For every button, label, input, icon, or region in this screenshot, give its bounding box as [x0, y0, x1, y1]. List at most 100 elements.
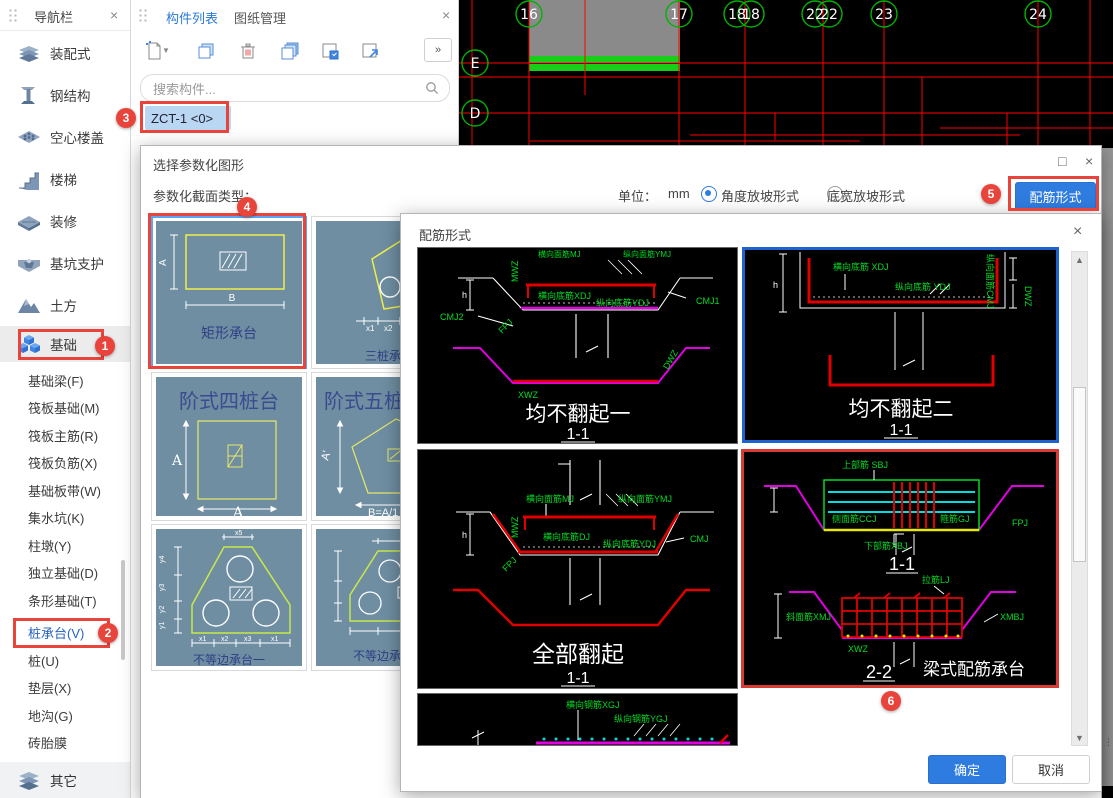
label: 纵向面筋CMJ: [985, 254, 996, 309]
dim-label-a: A': [319, 450, 333, 462]
sidebar-item-hollow-slab[interactable]: 空心楼盖: [0, 116, 130, 158]
scroll-up-icon[interactable]: ▲: [1072, 252, 1087, 267]
grid-label: 24: [1029, 7, 1047, 23]
sidebar-item-label: 其它: [50, 774, 77, 789]
label: 横向底筋DJ: [543, 531, 590, 542]
tile-drawing: 阶式四桩台 A A: [156, 377, 302, 516]
sidebar-item-raft-main-rebar[interactable]: 筏板主筋(R): [0, 423, 158, 450]
export-block-button[interactable]: [356, 38, 384, 64]
tile-unequal-side-cap-one[interactable]: x5 x1 x2 x3 x1 y4 y3 y2 y1 不等边承台一: [151, 524, 307, 671]
dim-label-a-bottom: A: [232, 505, 244, 516]
grid-label: 23: [875, 7, 893, 23]
tab-drawing-management[interactable]: 图纸管理: [234, 8, 286, 27]
section-label: 2-2: [866, 662, 892, 682]
drag-handle-icon[interactable]: [138, 8, 148, 22]
sidebar-item-brick-membrane[interactable]: 砖胎膜: [0, 730, 158, 757]
label: MWZ: [510, 516, 520, 538]
dim-label: y4: [159, 556, 166, 564]
label: h: [773, 280, 778, 290]
tile-stepped-four-pile-cap[interactable]: 阶式四桩台 A A: [151, 372, 307, 521]
sidebar-item-assembly[interactable]: 装配式: [0, 32, 130, 74]
chevron-down-icon[interactable]: ▼: [162, 46, 170, 55]
dim-label: y1: [159, 622, 166, 630]
sidebar-item-raft-negative-rebar[interactable]: 筏板负筋(X): [0, 450, 158, 477]
label: 纵向底筋YDJ: [603, 538, 656, 549]
sidebar-item-label: 空心楼盖: [50, 131, 104, 146]
label: 纵向钢筋YGJ: [614, 713, 668, 724]
cad-green-bar: [529, 56, 680, 62]
rebar-card-no-turnup-one[interactable]: 横向面筋MJ 纵向面筋YMJ 横向底筋XDJ 纵向底筋YDJ CMJ2 CMJ1…: [417, 247, 738, 444]
hollow-slab-icon: [18, 131, 40, 143]
label: FPJ: [1012, 518, 1028, 528]
cad-slab: [529, 0, 680, 63]
label: XWZ: [518, 390, 538, 400]
close-icon[interactable]: ×: [1085, 153, 1093, 169]
layer-copy-button[interactable]: [276, 38, 304, 64]
scroll-down-icon[interactable]: ▼: [1072, 730, 1087, 745]
grid-label: 17: [670, 7, 688, 23]
toolbar-overflow-button[interactable]: »: [424, 38, 452, 62]
sidebar-item-label: 装配式: [50, 47, 91, 62]
rebar-card-partial[interactable]: 横向钢筋XGJ 纵向钢筋YGJ: [417, 693, 738, 746]
unequal-cap-sketch: x5 x1 x2 x3 x1 y4 y3 y2 y1: [159, 530, 291, 647]
component-list-item-zct1[interactable]: ZCT-1 <0>: [145, 106, 231, 130]
sidebar-item-strip-foundation[interactable]: 条形基础(T): [0, 588, 158, 615]
radio-bottom-width-slope-label: 底宽放坡形式: [827, 189, 906, 204]
drag-handle-icon[interactable]: [8, 8, 18, 22]
navigation-sidebar: 导航栏 × 装配式 钢结构 空心楼盖 楼梯 装修 基坑支护 土方 基础 基础梁(…: [0, 0, 131, 798]
close-icon[interactable]: ×: [110, 8, 118, 22]
sidebar-item-column-pier[interactable]: 柱墩(Y): [0, 533, 158, 560]
rebar-card-no-turnup-two[interactable]: 横向底筋 XDJ 纵向底筋 YDJ 纵向面筋CMJ DWZ h 均不翻起二 1-…: [742, 247, 1059, 443]
sidebar-item-decoration[interactable]: 装修: [0, 200, 130, 242]
rebar-sketch: 上部筋 SBJ 侧面筋CCJ 箍筋GJ 下部筋XBJ FPJ 1-1 拉筋LJ …: [764, 459, 1044, 682]
section-label: 1-1: [566, 426, 589, 443]
label: 纵向面筋YMJ: [623, 249, 671, 259]
maximize-icon[interactable]: □: [1058, 153, 1066, 169]
ok-button[interactable]: 确定: [928, 755, 1006, 784]
tile-drawing: A B 矩形承台: [156, 221, 302, 364]
save-block-button[interactable]: [316, 38, 344, 64]
sidebar-item-pile-cap[interactable]: 桩承台(V): [0, 620, 158, 647]
decoration-icon: [18, 216, 40, 231]
sidebar-item-pit-support[interactable]: 基坑支护: [0, 242, 130, 284]
sidebar-item-stairs[interactable]: 楼梯: [0, 158, 130, 200]
label: 箍筋GJ: [940, 513, 970, 524]
annotation-badge-1: 1: [95, 336, 115, 356]
tab-component-list[interactable]: 构件列表: [166, 8, 218, 27]
copy-component-button[interactable]: [192, 38, 220, 64]
sidebar-item-foundation-strip[interactable]: 基础板带(W): [0, 478, 158, 505]
scrollbar-thumb[interactable]: [1073, 387, 1086, 562]
close-icon[interactable]: ×: [442, 8, 450, 22]
card-caption: 全部翻起: [532, 641, 624, 667]
layers-icon: [19, 772, 39, 790]
sidebar-item-steel[interactable]: 钢结构: [0, 74, 130, 116]
sidebar-item-foundation-beam[interactable]: 基础梁(F): [0, 368, 158, 395]
grid-label: 18: [742, 7, 760, 23]
grid-label: D: [470, 106, 481, 122]
dim-label: x3: [244, 636, 252, 643]
sidebar-item-other[interactable]: 其它: [0, 762, 130, 798]
four-pile-cap-sketch: A A: [171, 419, 278, 516]
radio-angle-slope[interactable]: [701, 186, 717, 202]
sidebar-item-independent-foundation[interactable]: 独立基础(D): [0, 560, 158, 587]
dialog-scrollbar[interactable]: ▲ ▼: [1071, 251, 1088, 746]
cancel-button[interactable]: 取消: [1012, 755, 1090, 784]
sidebar-item-pile[interactable]: 桩(U): [0, 648, 158, 675]
delete-component-button[interactable]: [234, 38, 262, 64]
sidebar-item-cushion[interactable]: 垫层(X): [0, 675, 158, 702]
rebar-card-beam-type[interactable]: 上部筋 SBJ 侧面筋CCJ 箍筋GJ 下部筋XBJ FPJ 1-1 拉筋LJ …: [741, 449, 1059, 688]
tile-caption: 矩形承台: [201, 325, 257, 341]
close-icon[interactable]: ×: [1073, 223, 1082, 241]
sidebar-scrollbar[interactable]: [121, 560, 125, 660]
grid-label: 22: [820, 7, 838, 23]
sidebar-item-raft-foundation[interactable]: 筏板基础(M): [0, 395, 158, 422]
rebar-form-button[interactable]: 配筋形式: [1015, 182, 1096, 211]
annotation-badge-6: 6: [881, 691, 901, 711]
rebar-card-all-turnup[interactable]: 横向面筋MJ 纵向面筋YMJ 横向底筋DJ 纵向底筋YDJ MWZ CMJ FP…: [417, 449, 738, 689]
sidebar-item-trench[interactable]: 地沟(G): [0, 703, 158, 730]
search-input[interactable]: 搜索构件...: [140, 74, 450, 102]
tile-rectangular-pile-cap[interactable]: A B 矩形承台: [151, 216, 307, 369]
sidebar-item-earthwork[interactable]: 土方: [0, 284, 130, 326]
label: 横向底筋XDJ: [538, 290, 591, 301]
sidebar-item-sump-pit[interactable]: 集水坑(K): [0, 505, 158, 532]
